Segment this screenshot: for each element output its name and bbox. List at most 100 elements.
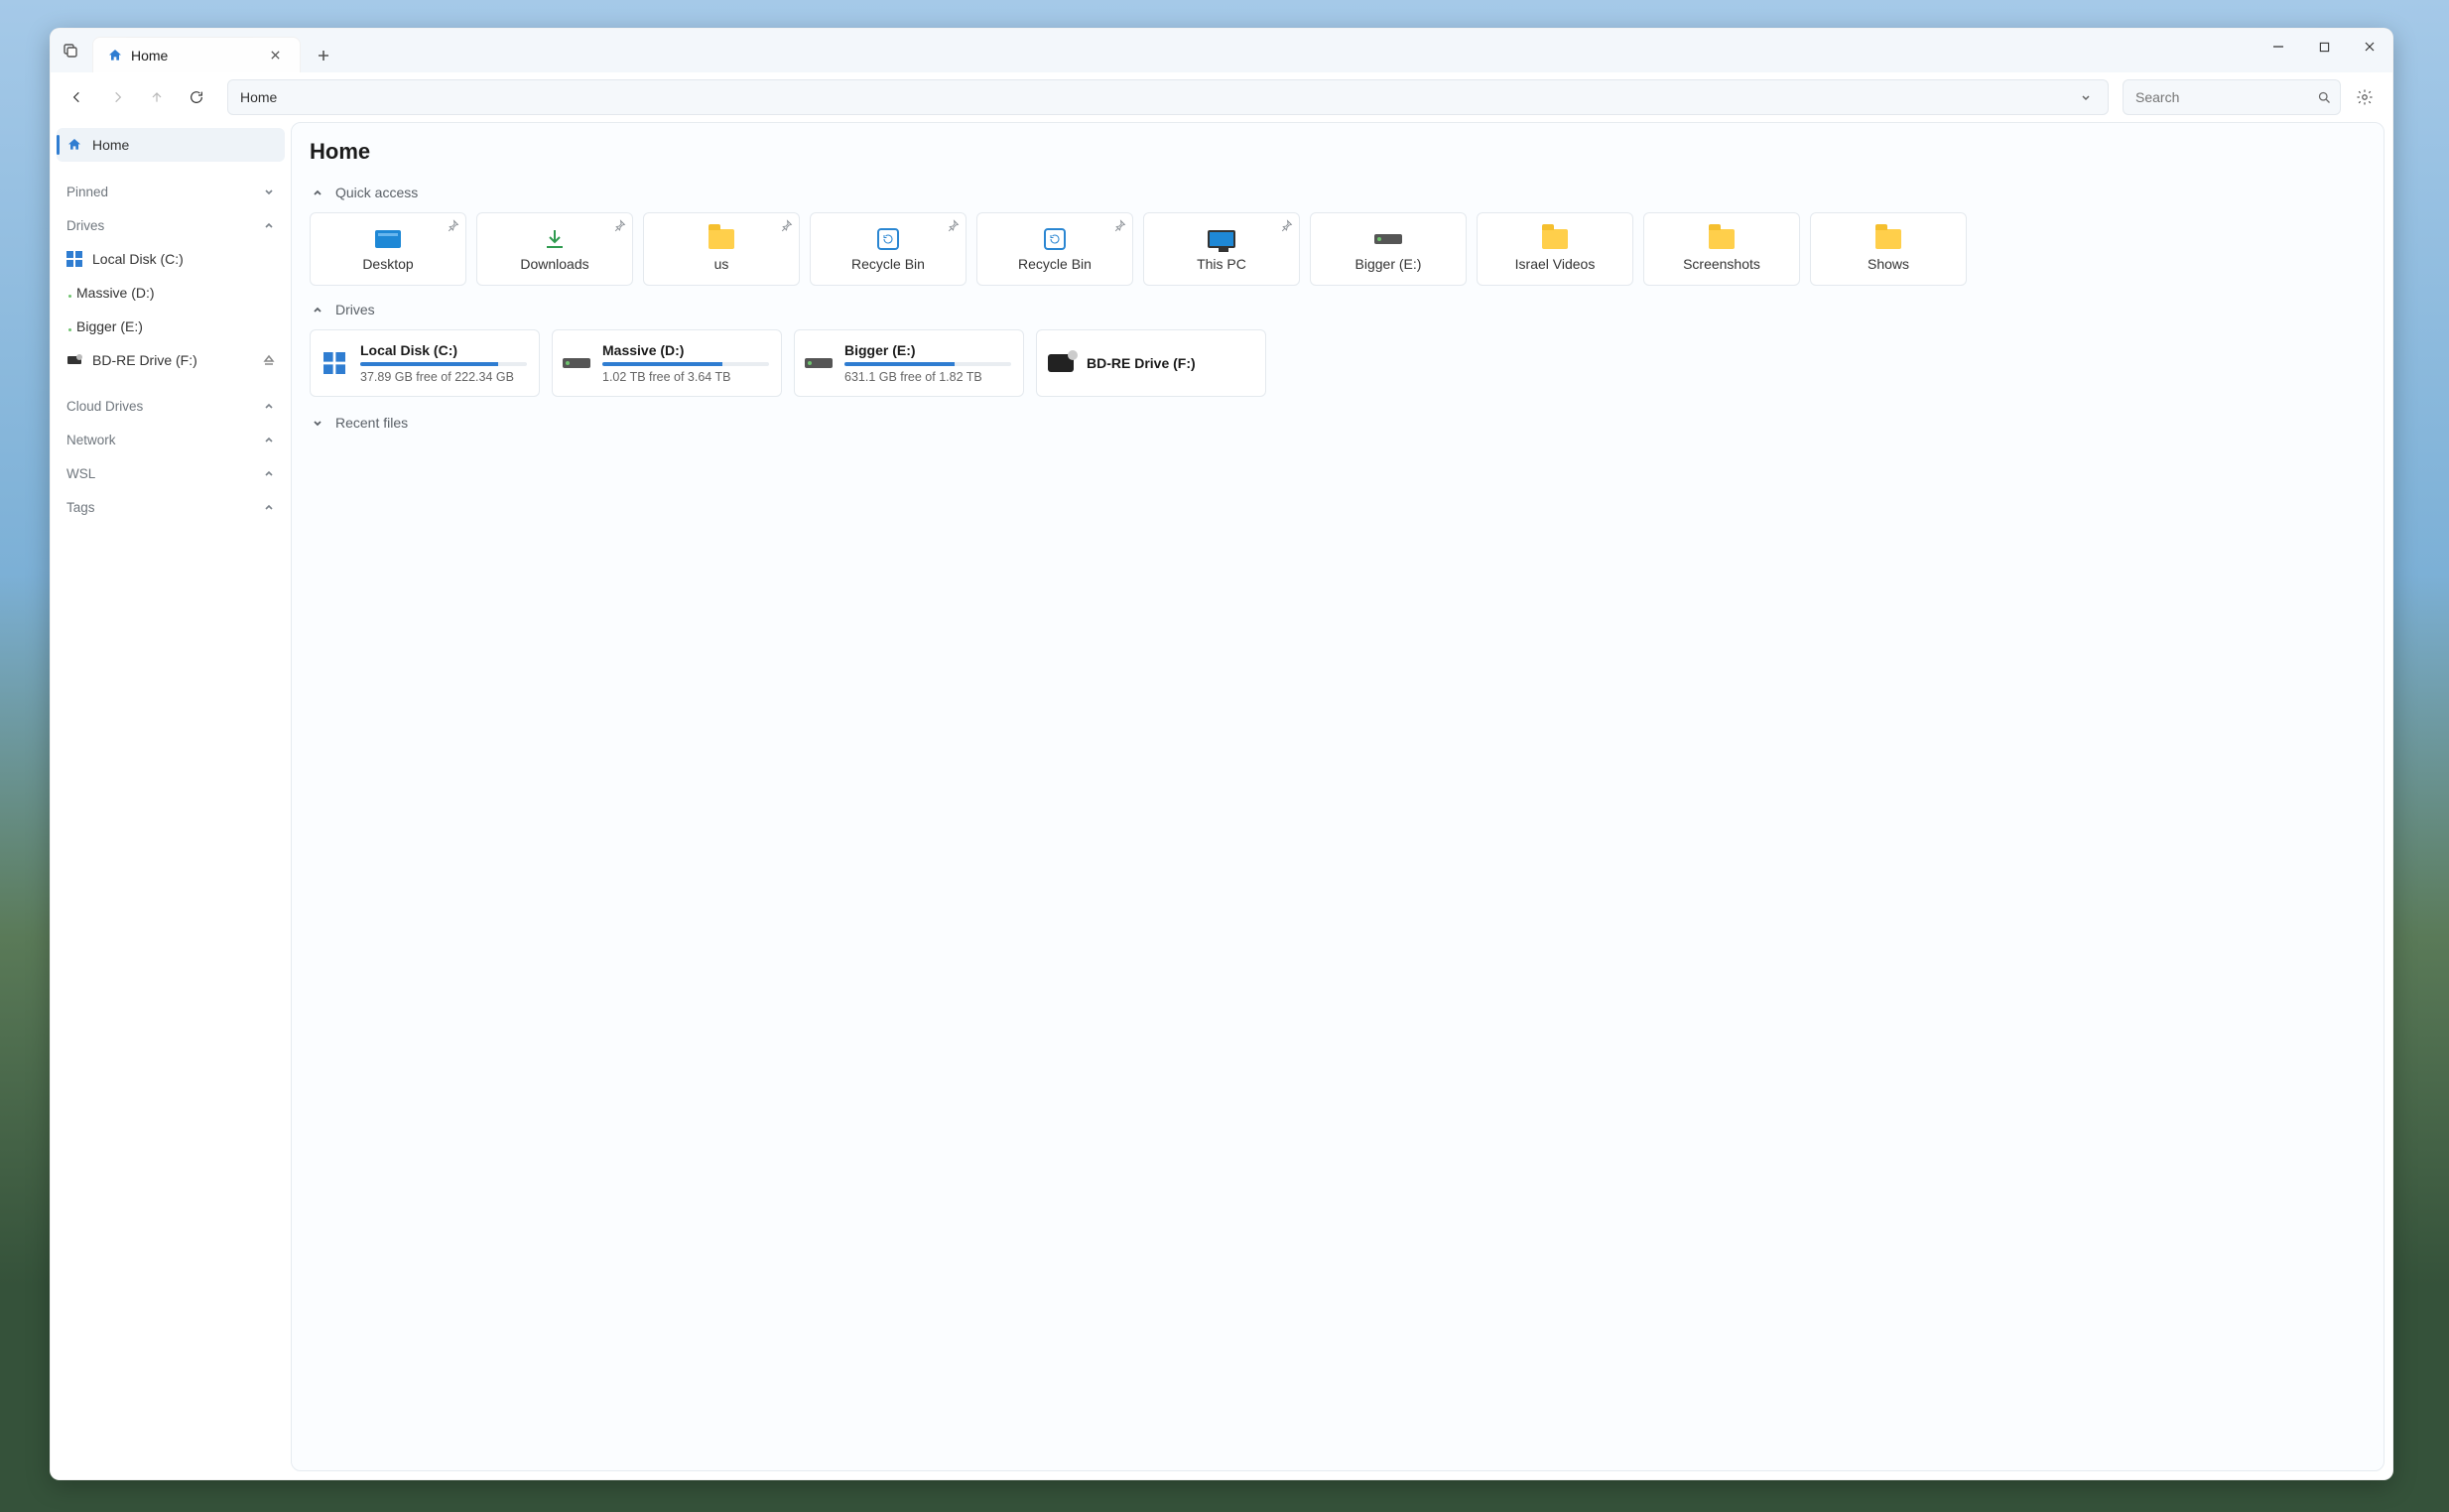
chevron-up-icon — [263, 467, 275, 479]
minimize-button[interactable] — [2256, 29, 2301, 64]
refresh-button[interactable] — [180, 80, 213, 114]
tab-home[interactable]: Home — [92, 37, 301, 72]
sidebar-section-drives[interactable]: Drives — [57, 209, 285, 241]
quick-access-item[interactable]: Bigger (E:) — [1310, 212, 1467, 286]
window-icon[interactable] — [51, 29, 90, 72]
back-button[interactable] — [61, 80, 94, 114]
section-label: Pinned — [66, 185, 108, 199]
sidebar-section-wsl[interactable]: WSL — [57, 457, 285, 489]
drive-label: Massive (D:) — [602, 342, 769, 358]
sidebar-section-pinned[interactable]: Pinned — [57, 176, 285, 207]
sidebar-item-label: Local Disk (C:) — [92, 251, 184, 267]
section-label: Drives — [335, 302, 375, 317]
drive-item[interactable]: Bigger (E:)631.1 GB free of 1.82 TB — [794, 329, 1024, 397]
sidebar-section-cloud[interactable]: Cloud Drives — [57, 390, 285, 422]
quick-access-item[interactable]: Recycle Bin — [810, 212, 967, 286]
maximize-button[interactable] — [2301, 29, 2347, 64]
sidebar-drive-d[interactable]: Massive (D:) — [57, 277, 285, 309]
recycle-icon — [1044, 228, 1066, 250]
quick-access-label: Screenshots — [1683, 256, 1760, 272]
sidebar-drive-f[interactable]: BD-RE Drive (F:) — [57, 344, 285, 376]
file-explorer-window: Home — [50, 28, 2393, 1480]
quick-access-item[interactable]: Israel Videos — [1477, 212, 1633, 286]
pin-icon[interactable] — [447, 219, 459, 232]
section-label: Recent files — [335, 415, 408, 431]
sidebar-drive-c[interactable]: Local Disk (C:) — [57, 243, 285, 275]
sidebar-section-tags[interactable]: Tags — [57, 491, 285, 523]
sidebar-drive-e[interactable]: Bigger (E:) — [57, 311, 285, 342]
quick-access-item[interactable]: Shows — [1810, 212, 1967, 286]
chevron-up-icon — [263, 400, 275, 412]
section-label: Tags — [66, 500, 95, 515]
quick-access-item[interactable]: Screenshots — [1643, 212, 1800, 286]
quick-access-item[interactable]: us — [643, 212, 800, 286]
chevron-down-icon — [310, 415, 325, 431]
section-quick-access-header[interactable]: Quick access — [292, 177, 2384, 208]
section-label: Drives — [66, 218, 104, 233]
up-button[interactable] — [140, 80, 174, 114]
tab-close-button[interactable] — [264, 45, 286, 66]
drive-item[interactable]: BD-RE Drive (F:) — [1036, 329, 1266, 397]
drive-label: Local Disk (C:) — [360, 342, 527, 358]
quick-access-label: Shows — [1868, 256, 1909, 272]
folder-icon — [709, 229, 734, 249]
pin-icon[interactable] — [613, 219, 626, 232]
tab-label: Home — [131, 48, 168, 63]
quick-access-item[interactable]: Recycle Bin — [976, 212, 1133, 286]
folder-icon — [1875, 229, 1901, 249]
desktop-icon — [375, 230, 401, 248]
toolbar: Home — [51, 72, 2392, 122]
search-icon[interactable] — [2317, 90, 2332, 105]
drive-sublabel: 37.89 GB free of 222.34 GB — [360, 370, 527, 384]
new-tab-button[interactable] — [307, 39, 340, 72]
eject-icon[interactable] — [263, 354, 275, 366]
monitor-icon — [1208, 230, 1235, 248]
drives-grid: Local Disk (C:) 37.89 GB free of 222.34 G… — [292, 325, 2384, 407]
forward-button[interactable] — [100, 80, 134, 114]
quick-access-item[interactable]: Desktop — [310, 212, 466, 286]
sidebar-item-home[interactable]: Home — [57, 128, 285, 162]
quick-access-item[interactable]: This PC — [1143, 212, 1300, 286]
drive-icon — [66, 354, 82, 366]
drive-item[interactable]: Massive (D:) 1.02 TB free of 3.64 TB — [552, 329, 782, 397]
windows-drive-icon — [323, 352, 345, 374]
drive-sublabel: 631.1 GB free of 1.82 TB — [844, 370, 1011, 384]
window-controls — [2256, 29, 2392, 64]
home-icon — [66, 137, 82, 153]
drive-item[interactable]: Local Disk (C:) 37.89 GB free of 222.34 G… — [310, 329, 540, 397]
address-bar[interactable]: Home — [227, 79, 2109, 115]
recycle-icon — [877, 228, 899, 250]
sidebar-section-network[interactable]: Network — [57, 424, 285, 455]
download-icon — [543, 227, 567, 251]
sidebar: Home Pinned Drives Local Disk (C:) — [51, 122, 291, 1479]
section-label: Quick access — [335, 185, 418, 200]
search-box[interactable] — [2123, 79, 2341, 115]
search-input[interactable] — [2135, 89, 2317, 105]
pin-icon[interactable] — [947, 219, 960, 232]
pin-icon[interactable] — [1113, 219, 1126, 232]
section-drives-header[interactable]: Drives — [292, 294, 2384, 325]
address-dropdown-button[interactable] — [2072, 91, 2100, 103]
hdd-icon — [563, 358, 590, 368]
sidebar-item-label: Home — [92, 137, 129, 153]
settings-button[interactable] — [2347, 79, 2383, 115]
quick-access-label: This PC — [1197, 256, 1246, 272]
chevron-up-icon — [263, 219, 275, 231]
drive-sublabel: 1.02 TB free of 3.64 TB — [602, 370, 769, 384]
folder-icon — [1542, 229, 1568, 249]
quick-access-grid: DesktopDownloadsusRecycle BinRecycle Bin… — [292, 208, 2384, 294]
quick-access-item[interactable]: Downloads — [476, 212, 633, 286]
pin-icon[interactable] — [780, 219, 793, 232]
chevron-down-icon — [263, 186, 275, 197]
breadcrumb: Home — [240, 89, 277, 105]
section-label: WSL — [66, 466, 95, 481]
quick-access-label: Recycle Bin — [1018, 256, 1092, 272]
pin-icon[interactable] — [1280, 219, 1293, 232]
hdd-icon — [805, 358, 833, 368]
close-button[interactable] — [2347, 29, 2392, 64]
section-recent-header[interactable]: Recent files — [292, 407, 2384, 439]
content-area: Home Quick access DesktopDownloadsusRecy… — [291, 122, 2385, 1471]
chevron-up-icon — [310, 185, 325, 200]
quick-access-label: Bigger (E:) — [1355, 256, 1422, 272]
hdd-icon — [1374, 234, 1402, 244]
